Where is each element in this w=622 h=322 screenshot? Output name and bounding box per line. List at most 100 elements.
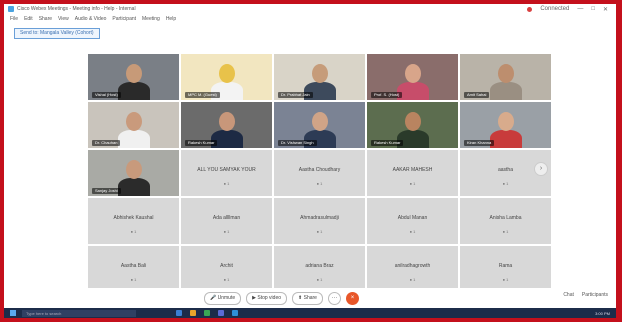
participant-name: Archit [220, 263, 233, 269]
participant-tile[interactable]: Archit ● 1 [181, 246, 272, 292]
menu-edit[interactable]: Edit [24, 16, 33, 22]
participant-name: ALL YOU SAMYAK YOUR [197, 167, 256, 173]
mute-label: Unmute [217, 295, 236, 301]
participant-name-label: Dr. Vishwan Singh [278, 140, 317, 146]
taskbar-search[interactable]: Type here to search [22, 309, 136, 317]
participant-tile[interactable]: Abdul Manan ● 1 [367, 198, 458, 244]
participant-tile[interactable]: Abhishek Kaushal ● 1 [88, 198, 179, 244]
menu-file[interactable]: File [10, 16, 18, 22]
participant-status: ● 1 [502, 277, 509, 282]
participant-tile[interactable]: Aastha Choudhary ● 1 [274, 150, 365, 196]
video-tile[interactable]: Amit Sahai [460, 54, 551, 100]
clock[interactable]: 3:00 PM [595, 311, 610, 316]
video-tile[interactable]: Vishal (Host) [88, 54, 179, 100]
menu-bar: File Edit Share View Audio & Video Parti… [4, 14, 616, 24]
participant-name: Anisha Lamba [489, 215, 522, 221]
menu-share[interactable]: Share [39, 16, 52, 22]
participant-tile[interactable]: AAKAR MAHESH ● 1 [367, 150, 458, 196]
webex-taskbar-icon[interactable] [218, 310, 224, 316]
mute-button[interactable]: 🎤 Unmute [204, 292, 242, 305]
share-label: Share [303, 295, 317, 301]
participant-tile[interactable]: adriana Braz ● 1 [274, 246, 365, 292]
tab-cohort[interactable]: Send to: Mangala Valley (Cohort) [14, 28, 100, 39]
close-icon[interactable]: ✕ [603, 6, 608, 13]
participant-status: ● 1 [316, 229, 323, 234]
chat-button[interactable]: Chat [563, 292, 574, 298]
stop-video-button[interactable]: ▶ Stop video [246, 292, 288, 305]
participant-tile[interactable]: Ahmadrasulmadji ● 1 [274, 198, 365, 244]
participant-name-label: Prof. S. (Host) [371, 92, 403, 98]
participant-status: ● 1 [130, 277, 137, 282]
user-status[interactable]: Connected [540, 6, 569, 12]
chrome-icon[interactable] [204, 310, 210, 316]
meeting-stage: Vishal (Host) MPC M. (Guest) Dr. Prabhat J… [4, 42, 616, 292]
participant-name-label: Rakesh Kumar [371, 140, 404, 146]
tab-bar: Send to: Mangala Valley (Cohort) [4, 24, 616, 42]
participant-name-label: Dr. Chauhan [92, 140, 121, 146]
participant-name-label: Rakesh Kumar [185, 140, 218, 146]
menu-view[interactable]: View [58, 16, 69, 22]
participant-name-label: Dr. Prabhat Jain [278, 92, 313, 98]
video-tile[interactable]: Rakesh Kumar [181, 102, 272, 148]
title-bar: Cisco Webex Meetings - Meeting info - He… [4, 4, 616, 14]
participant-tile[interactable]: Ada allllman ● 1 [181, 198, 272, 244]
explorer-icon[interactable] [176, 310, 182, 316]
menu-help[interactable]: Help [166, 16, 176, 22]
participant-status: ● 1 [409, 181, 416, 186]
participant-name: Abhishek Kaushal [113, 215, 154, 221]
participant-status: ● 1 [223, 181, 230, 186]
participant-tile[interactable]: Rama ● 1 [460, 246, 551, 292]
recording-icon [527, 6, 533, 12]
participant-status: ● 1 [316, 181, 323, 186]
menu-meeting[interactable]: Meeting [142, 16, 160, 22]
edge-icon[interactable] [232, 310, 238, 316]
participant-name: Ahmadrasulmadji [300, 215, 339, 221]
participant-name: Ada allllman [212, 215, 241, 221]
participant-status: ● 1 [223, 277, 230, 282]
video-tile[interactable]: Dr. Prabhat Jain [274, 54, 365, 100]
folder-icon[interactable] [190, 310, 196, 316]
participants-button[interactable]: Participants [582, 292, 608, 298]
participant-tile[interactable]: Aastha Bali ● 1 [88, 246, 179, 292]
participant-name: Aastha Bali [120, 263, 147, 269]
video-tile[interactable]: Prof. S. (Host) [367, 54, 458, 100]
video-tile[interactable]: Rakesh Kumar [367, 102, 458, 148]
start-icon[interactable] [10, 310, 16, 316]
participant-tile[interactable]: Anisha Lamba ● 1 [460, 198, 551, 244]
meeting-toolbar: 🎤 Unmute ▶ Stop video ⬆ Share ··· × Chat… [4, 288, 616, 308]
next-page-button[interactable]: › [534, 162, 548, 176]
participant-tile[interactable]: ALL YOU SAMYAK YOUR ● 1 [181, 150, 272, 196]
participant-status: ● 1 [502, 229, 509, 234]
participant-status: ● 1 [316, 277, 323, 282]
participant-status: ● 1 [223, 229, 230, 234]
participant-name-label: MPC M. (Guest) [185, 92, 220, 98]
participant-status: ● 1 [409, 277, 416, 282]
participant-name-label: Sanjay Joshi [92, 188, 121, 194]
video-tile[interactable]: Sanjay Joshi [88, 150, 179, 196]
more-options-button[interactable]: ··· [327, 292, 341, 305]
participant-name-label: Kiran Khanna [464, 140, 495, 146]
participant-status: ● 1 [409, 229, 416, 234]
maximize-icon[interactable]: □ [591, 6, 595, 12]
participant-status: ● 1 [130, 229, 137, 234]
participant-name: adriana Braz [305, 263, 334, 269]
window-title: Cisco Webex Meetings - Meeting info - He… [17, 6, 136, 12]
participant-name-label: Amit Sahai [464, 92, 490, 98]
menu-audio-video[interactable]: Audio & Video [75, 16, 107, 22]
windows-taskbar: Type here to search 3:00 PM [4, 308, 616, 318]
menu-participant[interactable]: Participant [112, 16, 136, 22]
video-tile[interactable]: Dr. Vishwan Singh [274, 102, 365, 148]
video-tile[interactable]: Dr. Chauhan [88, 102, 179, 148]
leave-meeting-button[interactable]: × [345, 292, 359, 305]
minimize-icon[interactable]: — [577, 6, 583, 12]
participant-name-label: Vishal (Host) [92, 92, 121, 98]
video-label: Stop video [257, 295, 282, 301]
video-tile[interactable]: Kiran Khanna [460, 102, 551, 148]
participant-status: ● 1 [502, 181, 509, 186]
video-tile[interactable]: MPC M. (Guest) [181, 54, 272, 100]
share-button[interactable]: ⬆ Share [292, 292, 323, 305]
participant-name: Abdul Manan [397, 215, 428, 221]
participant-tile[interactable]: anilradhagrowth ● 1 [367, 246, 458, 292]
participant-name: anilradhagrowth [394, 263, 431, 269]
webex-icon [8, 6, 14, 12]
